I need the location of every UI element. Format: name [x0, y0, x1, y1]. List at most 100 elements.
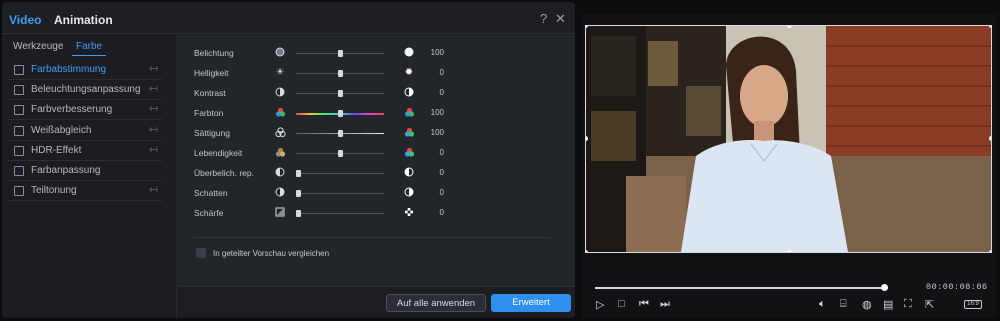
resize-handle[interactable] — [989, 136, 991, 141]
playhead[interactable] — [881, 284, 889, 291]
adjustment-row-helligkeit: Helligkeit ☀ ✹ 0 — [178, 64, 575, 84]
sidebar-item-label: Weißabgleich — [31, 125, 92, 136]
adjustment-label: Belichtung — [194, 48, 234, 58]
sharpness-slider[interactable] — [296, 210, 384, 217]
adjustment-row-belichtung: Belichtung 100 — [178, 44, 575, 64]
sidebar-item-farbabstimmung[interactable]: Farbabstimmung ↤ — [8, 60, 162, 80]
adjustment-label: Farbton — [194, 108, 224, 118]
resize-handle[interactable] — [989, 250, 991, 252]
subtab-werkzeuge[interactable]: Werkzeuge — [13, 41, 63, 52]
sidebar-item-teiltonung[interactable]: Teiltonung ↤ — [8, 181, 162, 201]
next-frame-icon[interactable]: ⏭ — [660, 298, 670, 311]
shadow-slider[interactable] — [296, 190, 384, 197]
checkbox[interactable] — [14, 85, 24, 95]
slider-knob[interactable] — [337, 130, 343, 137]
adjustment-label: Helligkeit — [194, 68, 229, 78]
sidebar-item-weissabgleich[interactable]: Weißabgleich ↤ — [8, 121, 162, 141]
sidebar-item-farbverbesserung[interactable]: Farbverbesserung ↤ — [8, 100, 162, 120]
saturation-high-icon — [403, 127, 415, 139]
slider-knob[interactable] — [337, 150, 343, 157]
brightness-slider[interactable] — [296, 70, 384, 77]
adjustment-value: 0 — [439, 88, 444, 97]
sidebar-item-farbanpassung[interactable]: Farbanpassung — [8, 161, 162, 181]
hue-slider[interactable] — [296, 110, 384, 117]
adjustment-row-schaerfe: Schärfe 0 — [178, 204, 575, 224]
sharpness-high-icon — [403, 207, 415, 219]
volume-icon[interactable]: 🔈︎ — [819, 298, 826, 311]
slider-knob[interactable] — [296, 190, 301, 197]
highlight-high-icon — [403, 167, 415, 179]
video-preview-panel: 00:00:08:06 ▷ □ ⏮ ⏭ 🔈︎ ⌸ ◍ ▤ ⛶ ⇱ 16:9 — [582, 14, 996, 318]
fullscreen-icon[interactable]: ⇱ — [925, 298, 934, 311]
hue-icon — [403, 107, 415, 119]
checkbox[interactable] — [14, 146, 24, 156]
timeline-scrubber[interactable] — [595, 284, 889, 291]
exposure-slider[interactable] — [296, 50, 384, 57]
subtitle-icon[interactable]: ▤ — [883, 298, 893, 311]
sidebar-item-label: HDR-Effekt — [31, 145, 82, 156]
checkbox[interactable] — [14, 166, 24, 176]
slider-knob[interactable] — [337, 110, 343, 117]
reset-icon[interactable]: ↤ — [149, 143, 158, 156]
adjustment-value: 0 — [439, 68, 444, 77]
advanced-button[interactable]: Erweitert — [491, 294, 571, 312]
exposure-high-icon — [403, 47, 415, 59]
adjustment-panel: Belichtung 100 Helligkeit ☀ ✹ 0 Kontrast… — [178, 35, 575, 318]
render-preview-icon[interactable]: ◍ — [862, 298, 872, 311]
checkbox[interactable] — [14, 105, 24, 115]
slider-knob[interactable] — [337, 50, 343, 57]
slider-knob[interactable] — [296, 210, 301, 217]
contrast-high-icon — [403, 87, 415, 99]
checkbox[interactable] — [14, 65, 24, 75]
adjustment-value: 100 — [430, 48, 444, 57]
adjustment-row-farbton: Farbton 100 — [178, 104, 575, 124]
sidebar-item-label: Farbanpassung — [31, 165, 101, 176]
reset-icon[interactable]: ↤ — [149, 102, 158, 115]
adjustment-row-saettigung: Sättigung 100 — [178, 124, 575, 144]
crop-icon[interactable]: ⛶ — [904, 298, 912, 311]
snapshot-icon[interactable]: ⌸ — [840, 298, 847, 311]
adjustment-row-schatten: Schatten 0 — [178, 184, 575, 204]
sidebar-item-hdr-effekt[interactable]: HDR-Effekt ↤ — [8, 141, 162, 161]
video-edit-panel: Video Animation ? ✕ Werkzeuge Farbe Farb… — [2, 2, 575, 318]
adjustment-label: Überbelich. rep. — [194, 168, 255, 178]
timecode: 00:00:08:06 — [926, 282, 988, 292]
play-icon[interactable]: ▷ — [596, 298, 604, 311]
reset-icon[interactable]: ↤ — [149, 123, 158, 136]
reset-icon[interactable]: ↤ — [149, 62, 158, 75]
adjustment-value: 100 — [430, 128, 444, 137]
compare-checkbox[interactable] — [196, 248, 206, 258]
highlight-slider[interactable] — [296, 170, 384, 177]
resize-handle[interactable] — [989, 26, 991, 28]
question-icon[interactable]: ? — [540, 11, 547, 26]
reset-icon[interactable]: ↤ — [149, 183, 158, 196]
slider-knob[interactable] — [337, 90, 343, 97]
vibrance-slider[interactable] — [296, 150, 384, 157]
stop-icon[interactable]: □ — [618, 298, 625, 310]
adjustment-value: 0 — [439, 188, 444, 197]
tab-video[interactable]: Video — [9, 13, 41, 27]
contrast-slider[interactable] — [296, 90, 384, 97]
slider-knob[interactable] — [337, 70, 343, 77]
saturation-slider[interactable] — [296, 130, 384, 137]
tab-animation[interactable]: Animation — [54, 13, 113, 27]
adjustment-value: 0 — [439, 208, 444, 217]
slider-knob[interactable] — [296, 170, 301, 177]
video-frame[interactable] — [585, 25, 992, 253]
sidebar-item-label: Beleuchtungsanpassung — [31, 84, 141, 95]
resize-handle[interactable] — [787, 250, 792, 252]
checkbox[interactable] — [14, 186, 24, 196]
sharpness-low-icon — [274, 207, 286, 219]
subtab-farbe[interactable]: Farbe — [76, 41, 102, 52]
adjustment-label: Schärfe — [194, 208, 224, 218]
reset-icon[interactable]: ↤ — [149, 82, 158, 95]
highlight-low-icon — [274, 167, 286, 179]
close-icon[interactable]: ✕ — [555, 11, 566, 27]
checkbox[interactable] — [14, 126, 24, 136]
resize-handle[interactable] — [586, 250, 588, 252]
sidebar-item-beleuchtungsanpassung[interactable]: Beleuchtungsanpassung ↤ — [8, 80, 162, 100]
apply-to-all-button[interactable]: Auf alle anwenden — [386, 294, 486, 312]
aspect-ratio-button[interactable]: 16:9 — [964, 300, 982, 309]
previous-frame-icon[interactable]: ⏮ — [639, 298, 649, 311]
adjustment-label: Sättigung — [194, 128, 230, 138]
